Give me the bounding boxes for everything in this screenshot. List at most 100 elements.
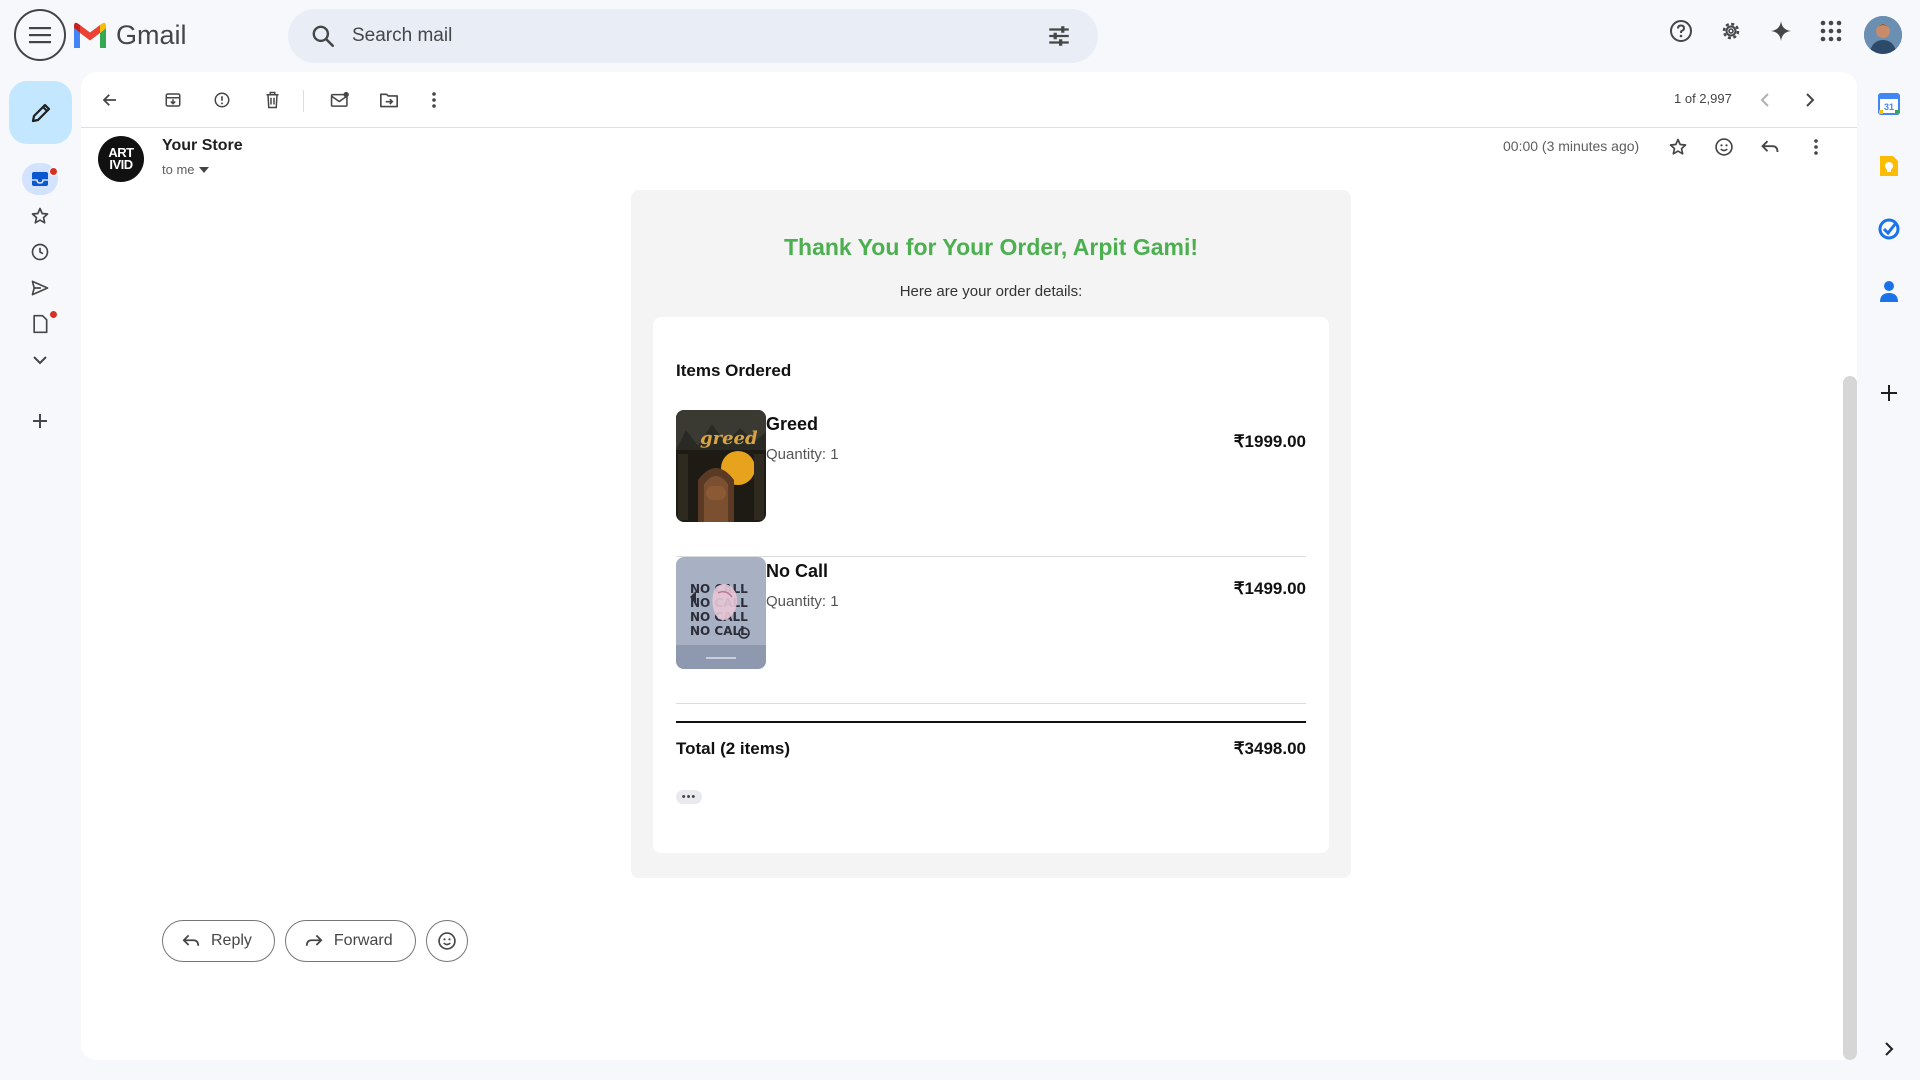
- item-quantity: Quantity: 1: [766, 593, 839, 610]
- total-divider: [676, 721, 1306, 723]
- mark-unread-button[interactable]: [326, 86, 354, 114]
- main-menu-icon: [29, 27, 51, 44]
- show-side-panel-icon: [1885, 1042, 1894, 1056]
- add-addon-icon: [1881, 385, 1897, 401]
- message-toolbar: 1 of 2,997: [81, 72, 1857, 128]
- search-icon[interactable]: [310, 23, 336, 49]
- compose-icon: [31, 103, 50, 122]
- product-image-greed[interactable]: greed: [676, 410, 766, 522]
- email-subtitle: Here are your order details:: [899, 283, 1083, 300]
- forward-label: Forward: [333, 932, 393, 949]
- keep-icon: [1880, 156, 1898, 176]
- account-avatar[interactable]: [1864, 16, 1902, 54]
- sender-name[interactable]: Your Store: [162, 137, 243, 155]
- to-me-label: to me: [162, 162, 195, 177]
- tasks-icon: [1878, 218, 1900, 240]
- emoji-react-button[interactable]: [1711, 134, 1737, 160]
- emoji-icon: [1715, 138, 1733, 156]
- starred-icon: [31, 207, 49, 224]
- item-quantity: Quantity: 1: [766, 446, 839, 463]
- search-bar[interactable]: [288, 9, 1098, 63]
- emoji-icon: [437, 932, 456, 950]
- star-button[interactable]: [1665, 134, 1691, 160]
- reply-icon: [1761, 140, 1779, 153]
- total-value: ₹3498.00: [1233, 739, 1306, 758]
- settings-icon[interactable]: [1718, 18, 1744, 44]
- delete-button[interactable]: [258, 86, 286, 114]
- app-name: Gmail: [116, 20, 187, 50]
- move-to-button[interactable]: [375, 86, 403, 114]
- reply-label: Reply: [211, 932, 252, 949]
- header-actions: [1668, 18, 1844, 44]
- items-heading: Items Ordered: [676, 361, 792, 380]
- mark-unread-icon: [330, 91, 349, 107]
- help-icon[interactable]: [1668, 18, 1694, 44]
- calendar-day: 31: [1884, 102, 1894, 112]
- item-name: No Call: [766, 561, 829, 581]
- sender-avatar[interactable]: ART IVID: [98, 136, 144, 182]
- apps-icon[interactable]: [1818, 18, 1844, 44]
- reply-button[interactable]: [1757, 134, 1783, 160]
- show-trimmed-content-button[interactable]: •••: [676, 790, 702, 804]
- caret-down-icon: [198, 166, 209, 173]
- tasks-app[interactable]: [1874, 214, 1904, 244]
- sent-icon: [31, 280, 49, 296]
- gmail-logo[interactable]: Gmail: [72, 20, 187, 51]
- keep-app[interactable]: [1874, 151, 1904, 181]
- back-button[interactable]: [96, 86, 124, 114]
- total-label: Total (2 items): [676, 739, 790, 758]
- contacts-icon: [1880, 281, 1898, 302]
- add-addon-button[interactable]: [1874, 378, 1904, 408]
- top-bar: Gmail: [0, 0, 1920, 72]
- message-actions: [1665, 134, 1829, 160]
- forward-pill-button[interactable]: Forward: [284, 920, 416, 962]
- newer-icon: [1760, 93, 1769, 107]
- inbox-unread-dot: [49, 167, 58, 176]
- compose-button[interactable]: [9, 81, 72, 144]
- reply-icon: [182, 934, 200, 946]
- inbox-item[interactable]: [22, 163, 58, 195]
- message-view: 1 of 2,997 ART IVID Your Store to me 00:…: [81, 72, 1857, 1060]
- star-icon: [1669, 138, 1687, 155]
- gmail-m-icon: [74, 22, 106, 48]
- calendar-icon: 31: [1878, 93, 1900, 115]
- search-input[interactable]: [352, 25, 1046, 47]
- calendar-app[interactable]: 31: [1874, 89, 1904, 119]
- item-price: ₹1999.00: [1233, 432, 1306, 451]
- report-spam-button[interactable]: [208, 86, 236, 114]
- older-icon: [1806, 93, 1815, 107]
- archive-button[interactable]: [159, 86, 187, 114]
- search-options-icon[interactable]: [1046, 23, 1072, 49]
- item-price: ₹1499.00: [1233, 579, 1306, 598]
- item-name: Greed: [766, 414, 819, 434]
- reply-pill-button[interactable]: Reply: [162, 920, 275, 962]
- contacts-app[interactable]: [1874, 276, 1904, 306]
- show-side-panel-button[interactable]: [1874, 1034, 1904, 1064]
- more-actions-button[interactable]: [420, 86, 448, 114]
- recipient-details[interactable]: to me: [162, 162, 209, 177]
- more-item[interactable]: [22, 344, 58, 376]
- reply-bar: Reply Forward: [162, 920, 468, 962]
- newer-button[interactable]: [1751, 86, 1779, 114]
- product-image-no-call[interactable]: NO CALL NO CALL NO CALL NO CALL: [676, 557, 766, 669]
- scrollbar-thumb[interactable]: [1843, 376, 1857, 1060]
- drafts-icon: [33, 314, 48, 334]
- more-vert-icon: [1814, 139, 1818, 155]
- archive-icon: [165, 93, 181, 107]
- main-menu-button[interactable]: [14, 9, 66, 61]
- back-icon: [102, 94, 116, 106]
- gemini-icon[interactable]: [1768, 18, 1794, 44]
- add-label-item[interactable]: [22, 405, 58, 437]
- drafts-item[interactable]: [22, 308, 58, 340]
- move-to-icon: [380, 93, 398, 108]
- older-button[interactable]: [1796, 86, 1824, 114]
- sender-avatar-line2: IVID: [109, 157, 133, 172]
- emoji-reaction-button[interactable]: [425, 920, 468, 962]
- report-spam-icon: [214, 92, 230, 108]
- inbox-icon: [32, 172, 48, 186]
- snoozed-item[interactable]: [22, 236, 58, 268]
- message-timestamp: 00:00 (3 minutes ago): [1503, 138, 1640, 154]
- sent-item[interactable]: [22, 272, 58, 304]
- starred-item[interactable]: [22, 200, 58, 232]
- message-more-button[interactable]: [1803, 134, 1829, 160]
